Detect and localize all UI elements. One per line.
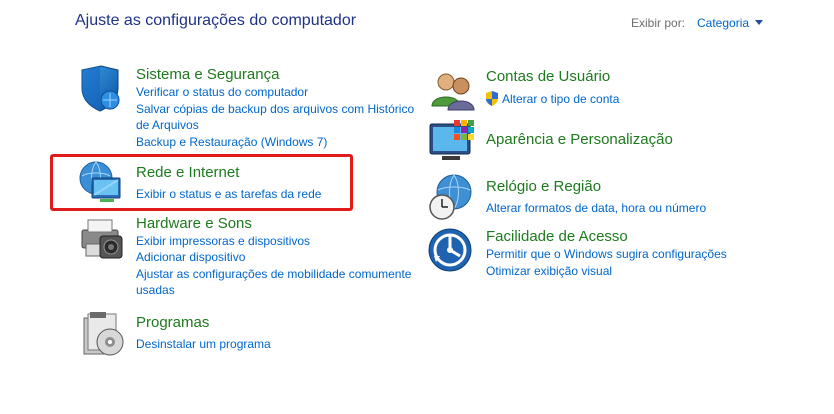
users-icon[interactable] (428, 66, 478, 116)
category-title-clock[interactable]: Relógio e Região (486, 178, 601, 195)
accessibility-icon[interactable] (428, 228, 478, 278)
chevron-down-icon[interactable] (755, 20, 764, 25)
category-title-system[interactable]: Sistema e Segurança (136, 66, 279, 83)
monitor-color-icon[interactable] (428, 118, 478, 168)
shield-icon[interactable] (76, 64, 126, 114)
link-backup-restore[interactable]: Backup e Restauração (Windows 7) (136, 134, 327, 150)
highlight-box (50, 154, 353, 211)
view-by-label: Exibir por: (631, 16, 686, 30)
link-printers[interactable]: Exibir impressoras e dispositivos (136, 233, 310, 249)
link-change-account-type[interactable]: Alterar o tipo de conta (502, 91, 619, 107)
link-optimize-display[interactable]: Otimizar exibição visual (486, 263, 612, 279)
link-add-device[interactable]: Adicionar dispositivo (136, 249, 245, 265)
category-title-access[interactable]: Facilidade de Acesso (486, 228, 628, 245)
link-suggest-settings[interactable]: Permitir que o Windows sugira configuraç… (486, 246, 727, 262)
link-check-status[interactable]: Verificar o status do computador (136, 84, 308, 100)
category-title-users[interactable]: Contas de Usuário (486, 68, 610, 85)
category-title-programs[interactable]: Programas (136, 314, 209, 331)
link-uninstall[interactable]: Desinstalar um programa (136, 336, 271, 352)
link-file-history[interactable]: Salvar cópias de backup dos arquivos com… (136, 101, 414, 117)
link-file-history-cont[interactable]: de Arquivos (136, 117, 199, 133)
page-title: Ajuste as configurações do computador (75, 12, 357, 29)
view-by-dropdown[interactable]: Categoria (697, 16, 764, 30)
printer-icon[interactable] (76, 214, 126, 264)
link-date-formats[interactable]: Alterar formatos de data, hora ou número (486, 200, 706, 216)
link-mobility-cont[interactable]: usadas (136, 282, 175, 298)
programs-disc-icon[interactable] (80, 310, 130, 360)
view-by-value[interactable]: Categoria (697, 16, 749, 30)
link-mobility[interactable]: Ajustar as configurações de mobilidade c… (136, 266, 411, 282)
category-title-appearance[interactable]: Aparência e Personalização (486, 131, 673, 148)
uac-shield-icon (486, 91, 498, 106)
clock-globe-icon[interactable] (428, 172, 478, 222)
category-title-hardware[interactable]: Hardware e Sons (136, 215, 252, 232)
